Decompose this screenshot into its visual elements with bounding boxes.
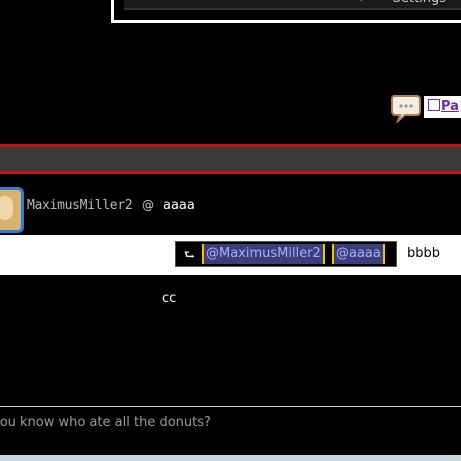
speech-bubble-icon[interactable] — [390, 93, 422, 125]
at-sign-icon: @ — [142, 198, 154, 212]
mention-chip[interactable]: @aaaa — [332, 244, 385, 264]
reply-message-text: bbbb — [407, 246, 441, 261]
settings-panel: › Settings — [111, 0, 461, 23]
page-link[interactable]: Pa — [424, 96, 461, 118]
reply-reference[interactable]: ⮑ @MaximusMiller2 @aaaa — [175, 241, 397, 267]
reply-arrow-icon: ⮑ — [184, 248, 195, 262]
message-text: aaaa — [163, 198, 195, 213]
settings-label[interactable]: Settings — [393, 0, 446, 8]
footer-strip — [0, 455, 461, 461]
message-username[interactable]: MaximusMiller2 — [27, 198, 133, 213]
message-input[interactable] — [0, 407, 461, 437]
chevron-right-icon: › — [360, 0, 364, 8]
dog-avatar-image — [0, 196, 13, 220]
message-composer — [0, 406, 461, 457]
page-icon — [428, 99, 440, 111]
mention-chip[interactable]: @MaximusMiller2 — [202, 244, 325, 264]
settings-bar[interactable]: › Settings — [124, 0, 461, 10]
page-link-label: Pa — [441, 99, 459, 114]
message-row: MaximusMiller2 @ aaaa — [0, 184, 461, 233]
channel-header-bar — [0, 144, 461, 174]
avatar[interactable] — [0, 187, 24, 233]
message-text: cc — [162, 291, 177, 306]
reply-message-row: ⮑ @MaximusMiller2 @aaaa bbbb — [0, 235, 461, 275]
